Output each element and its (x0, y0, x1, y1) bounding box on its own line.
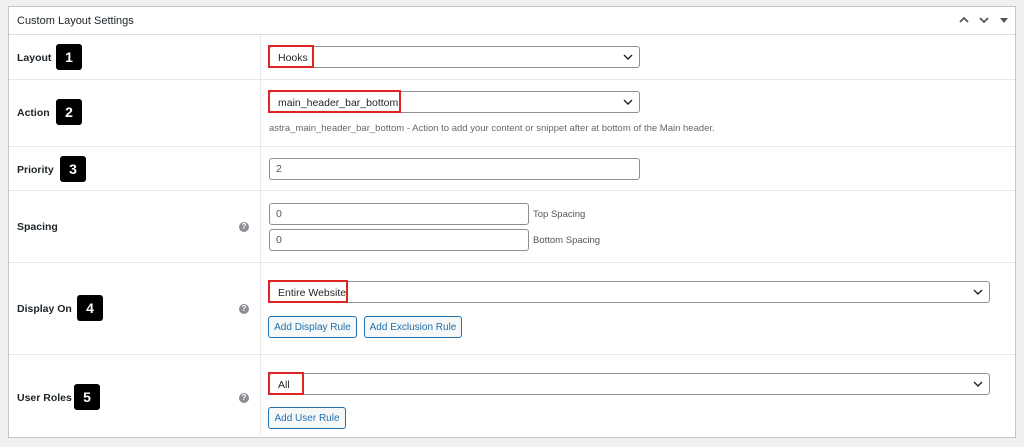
display-on-select[interactable]: Entire Website (269, 281, 990, 303)
custom-layout-settings-panel: Custom Layout Settings Layout 1 Hooks Ac… (8, 6, 1016, 439)
badge-1: 1 (56, 44, 82, 70)
bottom-spacing-label: Bottom Spacing (533, 235, 601, 246)
add-user-rule-button[interactable]: Add User Rule (268, 407, 346, 429)
chevron-down-icon (973, 381, 983, 387)
layout-row: Layout 1 Hooks (9, 35, 1015, 80)
badge-5: 5 (74, 384, 100, 410)
action-select-value: main_header_bar_bottom (278, 97, 399, 109)
user-roles-label-cell: User Roles 5 ? (9, 355, 261, 439)
action-row: Action 2 main_header_bar_bottom astra_ma… (9, 80, 1015, 147)
badge-2: 2 (56, 99, 82, 125)
action-select[interactable]: main_header_bar_bottom (269, 91, 640, 113)
spacing-label-cell: Spacing ? (9, 191, 261, 262)
top-spacing-input[interactable] (269, 203, 529, 225)
user-roles-select-value: All (278, 379, 290, 391)
layout-select-value: Hooks (278, 52, 308, 64)
chevron-down-icon (973, 289, 983, 295)
move-up-icon[interactable] (955, 11, 973, 29)
add-exclusion-rule-button[interactable]: Add Exclusion Rule (364, 316, 462, 338)
layout-select[interactable]: Hooks (269, 46, 640, 68)
chevron-down-icon (623, 99, 633, 105)
display-on-select-value: Entire Website (278, 287, 347, 299)
priority-input[interactable] (269, 158, 640, 180)
chevron-down-icon (623, 54, 633, 60)
help-icon[interactable]: ? (239, 393, 249, 403)
display-on-label: Display On (17, 303, 72, 315)
action-description: astra_main_header_bar_bottom - Action to… (269, 123, 715, 134)
user-roles-row: User Roles 5 ? All Add User Rule (9, 355, 1015, 439)
add-display-rule-button[interactable]: Add Display Rule (268, 316, 357, 338)
move-down-icon[interactable] (975, 11, 993, 29)
display-on-label-cell: Display On 4 ? (9, 263, 261, 354)
layout-label-cell: Layout 1 (9, 35, 261, 79)
top-spacing-label: Top Spacing (533, 209, 586, 220)
action-label: Action (17, 107, 50, 119)
priority-label: Priority (17, 164, 54, 176)
bottom-spacing-input[interactable] (269, 229, 529, 251)
user-roles-label: User Roles (17, 392, 72, 404)
toggle-panel-icon[interactable] (995, 11, 1013, 29)
spacing-row: Spacing ? Top Spacing Bottom Spacing (9, 191, 1015, 263)
panel-title: Custom Layout Settings (17, 15, 134, 27)
help-icon[interactable]: ? (239, 304, 249, 314)
spacing-label: Spacing (17, 221, 58, 233)
panel-header: Custom Layout Settings (9, 7, 1015, 35)
badge-4: 4 (77, 295, 103, 321)
badge-3: 3 (60, 156, 86, 182)
layout-label: Layout (17, 52, 52, 64)
help-icon[interactable]: ? (239, 222, 249, 232)
display-on-row: Display On 4 ? Entire Website Add Displa… (9, 263, 1015, 355)
priority-label-cell: Priority 3 (9, 147, 261, 190)
action-label-cell: Action 2 (9, 80, 261, 146)
priority-row: Priority 3 (9, 147, 1015, 191)
user-roles-select[interactable]: All (269, 373, 990, 395)
